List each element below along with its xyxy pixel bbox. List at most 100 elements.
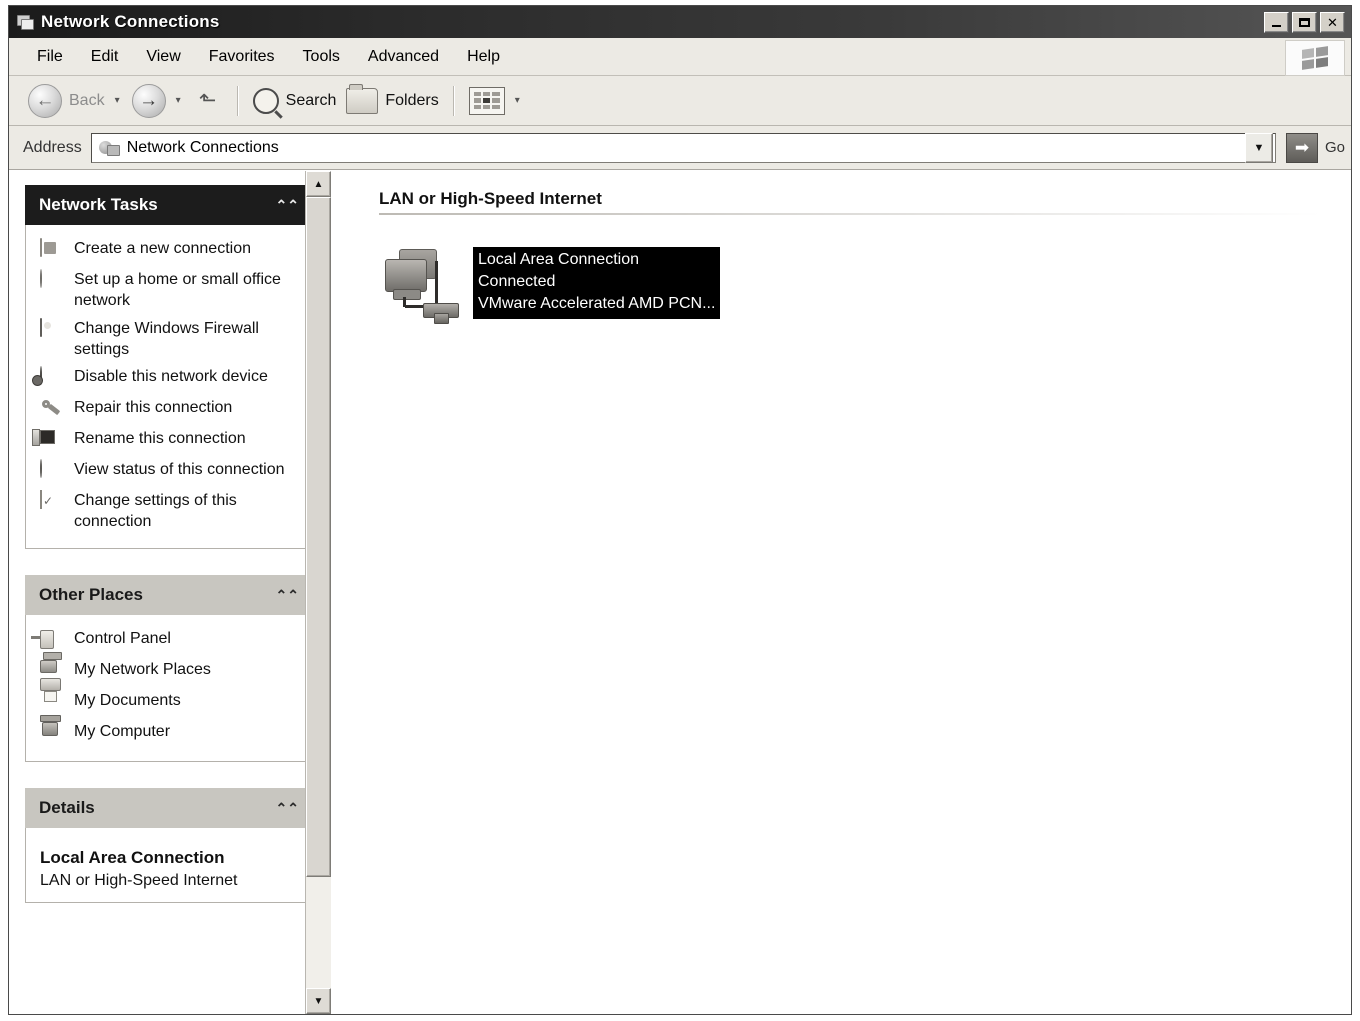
panel-title: Details	[39, 798, 95, 818]
connection-status: Connected	[478, 271, 715, 293]
place-label: My Computer	[74, 721, 170, 742]
minimize-button[interactable]	[1264, 12, 1289, 33]
menu-advanced[interactable]: Advanced	[354, 44, 453, 70]
place-my-documents[interactable]: My Documents	[34, 687, 304, 718]
back-arrow-icon: ←	[28, 84, 62, 118]
panel-details: Details ⌃⌃ Local Area Connection LAN or …	[25, 788, 313, 903]
task-label: Rename this connection	[74, 428, 246, 449]
content-pane: LAN or High-Speed Internet Local Area Co…	[331, 171, 1351, 1014]
scrollbar-thumb[interactable]	[306, 197, 331, 877]
task-change-settings[interactable]: Change settings of this connection	[34, 487, 304, 536]
task-setup-home-network[interactable]: Set up a home or small office network	[34, 266, 304, 315]
task-repair-connection[interactable]: Repair this connection	[34, 394, 304, 425]
new-connection-icon	[40, 239, 64, 263]
collapse-chevron-icon[interactable]: ⌃⌃	[276, 801, 299, 815]
folders-button[interactable]: Folders	[341, 81, 443, 121]
connection-name: Local Area Connection	[478, 249, 715, 271]
views-grid-icon	[469, 87, 505, 115]
go-label: Go	[1325, 139, 1345, 156]
menu-view[interactable]: View	[132, 44, 194, 70]
panel-header-details[interactable]: Details ⌃⌃	[25, 788, 313, 828]
status-globe-icon	[40, 460, 64, 484]
sidebar-scrollbar[interactable]: ▲ ▼	[305, 171, 331, 1014]
task-label: Disable this network device	[74, 366, 268, 387]
scroll-up-button[interactable]: ▲	[306, 171, 331, 197]
place-control-panel[interactable]: Control Panel	[34, 625, 304, 656]
panel-title: Network Tasks	[39, 195, 158, 215]
back-button[interactable]: ← Back	[23, 81, 110, 121]
search-label: Search	[286, 92, 337, 110]
place-label: My Network Places	[74, 659, 211, 680]
panel-other-places: Other Places ⌃⌃ Control Panel My Network…	[25, 575, 313, 762]
task-disable-network-device[interactable]: Disable this network device	[34, 363, 304, 394]
place-label: My Documents	[74, 690, 181, 711]
group-separator	[379, 213, 1321, 215]
go-button[interactable]: ➡ Go	[1286, 133, 1345, 163]
windows-logo-icon	[1285, 40, 1345, 76]
task-label: Set up a home or small office network	[74, 269, 302, 312]
scrollbar-track[interactable]	[306, 197, 331, 988]
forward-dropdown-caret-icon[interactable]: ▾	[176, 95, 181, 106]
menu-tools[interactable]: Tools	[289, 44, 354, 70]
views-dropdown-caret-icon[interactable]: ▾	[515, 95, 520, 106]
close-button[interactable]: ✕	[1320, 12, 1345, 33]
home-network-icon	[40, 270, 64, 294]
panel-network-tasks: Network Tasks ⌃⌃ Create a new connection…	[25, 185, 313, 549]
address-input[interactable]: Network Connections ▼	[91, 133, 1276, 163]
address-dropdown-button[interactable]: ▼	[1245, 133, 1273, 163]
toolbar-separator	[453, 86, 455, 116]
collapse-chevron-icon[interactable]: ⌃⌃	[276, 198, 299, 212]
task-label: Create a new connection	[74, 238, 251, 259]
address-bar: Address Network Connections ▼ ➡ Go	[9, 126, 1351, 170]
window-controls: ✕	[1264, 12, 1349, 33]
address-value: Network Connections	[127, 139, 1245, 157]
menu-favorites[interactable]: Favorites	[195, 44, 289, 70]
folders-icon	[346, 88, 378, 114]
window-body: Network Tasks ⌃⌃ Create a new connection…	[9, 170, 1351, 1014]
sidebar: Network Tasks ⌃⌃ Create a new connection…	[9, 171, 331, 1014]
control-panel-icon	[40, 629, 64, 653]
panel-header-network-tasks[interactable]: Network Tasks ⌃⌃	[25, 185, 313, 225]
scroll-down-button[interactable]: ▼	[306, 988, 331, 1014]
wrench-icon	[40, 398, 64, 422]
task-label: Change settings of this connection	[74, 490, 302, 533]
menu-help[interactable]: Help	[453, 44, 514, 70]
settings-document-icon	[40, 491, 64, 515]
place-my-network-places[interactable]: My Network Places	[34, 656, 304, 687]
disable-network-icon	[40, 367, 64, 391]
details-connection-type: LAN or High-Speed Internet	[34, 870, 304, 890]
up-button[interactable]: ⬑	[188, 81, 228, 121]
lan-connection-icon	[379, 247, 465, 325]
panel-body-details: Local Area Connection LAN or High-Speed …	[25, 828, 313, 903]
network-icon	[98, 139, 120, 157]
forward-arrow-icon: →	[132, 84, 166, 118]
task-change-firewall-settings[interactable]: Change Windows Firewall settings	[34, 315, 304, 364]
menu-edit[interactable]: Edit	[77, 44, 133, 70]
menu-file[interactable]: File	[23, 44, 77, 70]
task-create-new-connection[interactable]: Create a new connection	[34, 235, 304, 266]
panel-body-other-places: Control Panel My Network Places My Docum…	[25, 615, 313, 762]
firewall-icon	[40, 319, 64, 343]
toolbar: ← Back ▾ → ▾ ⬑ Search Folders ▾	[9, 76, 1351, 126]
forward-button[interactable]: →	[127, 81, 171, 121]
network-connections-window: Network Connections ✕ File Edit View Fav…	[8, 5, 1352, 1015]
my-computer-icon	[40, 722, 64, 746]
connection-item[interactable]: Local Area Connection Connected VMware A…	[379, 247, 1351, 325]
search-button[interactable]: Search	[248, 81, 342, 121]
panel-title: Other Places	[39, 585, 143, 605]
collapse-chevron-icon[interactable]: ⌃⌃	[276, 588, 299, 602]
task-view-status[interactable]: View status of this connection	[34, 456, 304, 487]
rename-icon	[40, 429, 64, 453]
back-dropdown-caret-icon[interactable]: ▾	[115, 95, 120, 106]
search-icon	[253, 88, 279, 114]
place-my-computer[interactable]: My Computer	[34, 718, 304, 749]
panel-header-other-places[interactable]: Other Places ⌃⌃	[25, 575, 313, 615]
views-button[interactable]	[464, 81, 510, 121]
connection-adapter: VMware Accelerated AMD PCN...	[478, 293, 715, 315]
group-heading: LAN or High-Speed Internet	[379, 189, 1351, 209]
go-arrow-icon: ➡	[1286, 133, 1318, 163]
my-documents-icon	[40, 691, 64, 715]
connection-label-selected[interactable]: Local Area Connection Connected VMware A…	[473, 247, 720, 319]
task-rename-connection[interactable]: Rename this connection	[34, 425, 304, 456]
maximize-button[interactable]	[1292, 12, 1317, 33]
